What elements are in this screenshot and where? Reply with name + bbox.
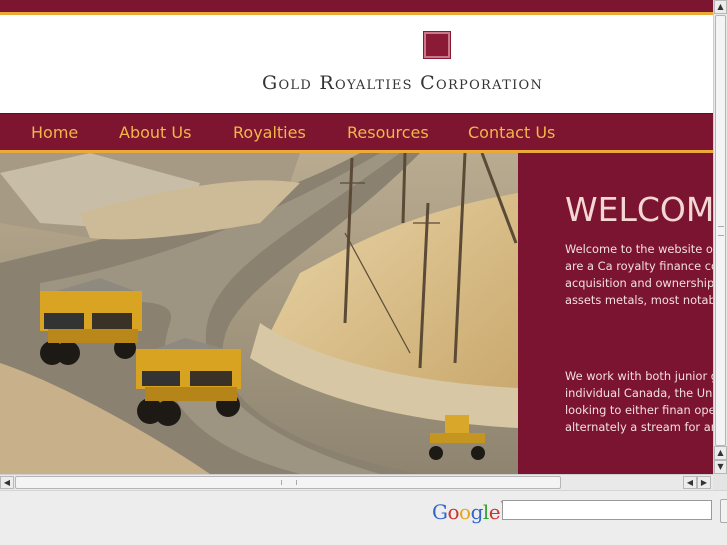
- welcome-paragraph-1: Welcome to the website o Corporation. We…: [565, 242, 713, 307]
- google-search-input[interactable]: [502, 500, 712, 520]
- scroll-down-arrow-icon[interactable]: ▼: [714, 460, 727, 474]
- top-bar: [0, 0, 713, 12]
- site-logo-text[interactable]: Gold Royalties Corporation: [262, 72, 543, 94]
- google-logo: Google™: [432, 500, 507, 524]
- page-viewport: Gold Royalties Corporation Home About Us…: [0, 0, 713, 474]
- scrollbar-corner: [713, 474, 727, 490]
- welcome-heading: WELCOM: [565, 190, 713, 229]
- nav-royalties[interactable]: Royalties: [233, 123, 306, 142]
- logo-square-icon[interactable]: [423, 31, 451, 59]
- scroll-up-arrow-icon[interactable]: ▲: [714, 0, 727, 14]
- scroll-left-arrow-icon-right[interactable]: ◀: [683, 476, 697, 489]
- hero-mine-image: [0, 153, 518, 474]
- google-search-button[interactable]: [720, 499, 727, 523]
- scroll-left-arrow-icon[interactable]: ◀: [0, 476, 14, 489]
- scroll-up-arrow-icon-lower[interactable]: ▲: [714, 446, 727, 460]
- google-search-toolbar: Google™: [0, 490, 727, 545]
- welcome-panel: WELCOM Welcome to the website o Corporat…: [518, 153, 713, 474]
- scroll-right-arrow-icon[interactable]: ▶: [697, 476, 711, 489]
- nav-home[interactable]: Home: [31, 123, 78, 142]
- site-header: Gold Royalties Corporation: [0, 15, 713, 113]
- vertical-scrollbar[interactable]: ▲ ▲ ▼: [713, 0, 727, 474]
- nav-about-us[interactable]: About Us: [119, 123, 191, 142]
- nav-contact-us[interactable]: Contact Us: [468, 123, 555, 142]
- horizontal-scroll-thumb[interactable]: [15, 476, 561, 489]
- horizontal-scrollbar[interactable]: ◀ ◀ ▶: [0, 474, 713, 490]
- main-nav: Home About Us Royalties Resources Contac…: [0, 113, 713, 151]
- vertical-scroll-thumb[interactable]: [715, 15, 726, 446]
- nav-resources[interactable]: Resources: [347, 123, 429, 142]
- welcome-paragraph-2: We work with both junior g companies and…: [565, 369, 713, 434]
